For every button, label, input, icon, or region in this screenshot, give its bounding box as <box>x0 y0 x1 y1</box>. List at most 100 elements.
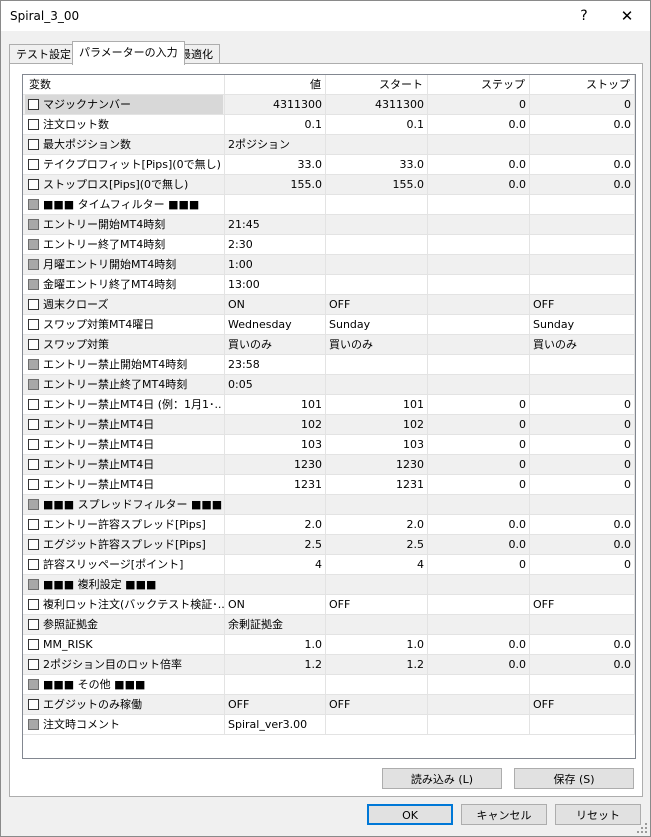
stop-cell[interactable]: 買いのみ <box>530 335 635 354</box>
stop-cell[interactable]: 0 <box>530 395 635 414</box>
ok-button[interactable]: OK <box>367 804 453 825</box>
table-row[interactable]: 月曜エントリ開始MT4時刻 1:00 <box>23 255 635 275</box>
step-cell[interactable]: 0 <box>428 475 530 494</box>
value-cell[interactable]: 13:00 <box>225 275 326 294</box>
start-cell[interactable] <box>326 135 428 154</box>
optimize-checkbox[interactable] <box>28 519 39 530</box>
start-cell[interactable]: 買いのみ <box>326 335 428 354</box>
optimize-checkbox[interactable] <box>28 179 39 190</box>
variable-cell[interactable]: エントリー禁止MT4日 <box>23 435 225 454</box>
column-header-step[interactable]: ステップ <box>428 75 530 94</box>
start-cell[interactable] <box>326 275 428 294</box>
stop-cell[interactable] <box>530 715 635 734</box>
variable-cell[interactable]: ■■■ タイムフィルター ■■■ <box>23 195 225 214</box>
step-cell[interactable] <box>428 355 530 374</box>
variable-cell[interactable]: MM_RISK <box>23 635 225 654</box>
optimize-checkbox[interactable] <box>28 499 39 510</box>
optimize-checkbox[interactable] <box>28 259 39 270</box>
table-row[interactable]: スワップ対策MT4曜日 Wednesday Sunday Sunday <box>23 315 635 335</box>
variable-cell[interactable]: 月曜エントリ開始MT4時刻 <box>23 255 225 274</box>
step-cell[interactable] <box>428 675 530 694</box>
value-cell[interactable]: 102 <box>225 415 326 434</box>
optimize-checkbox[interactable] <box>28 659 39 670</box>
step-cell[interactable] <box>428 295 530 314</box>
optimize-checkbox[interactable] <box>28 619 39 630</box>
value-cell[interactable]: ON <box>225 295 326 314</box>
stop-cell[interactable]: 0 <box>530 555 635 574</box>
value-cell[interactable]: 103 <box>225 435 326 454</box>
start-cell[interactable] <box>326 675 428 694</box>
value-cell[interactable]: 4 <box>225 555 326 574</box>
step-cell[interactable] <box>428 235 530 254</box>
stop-cell[interactable]: 0.0 <box>530 655 635 674</box>
table-row[interactable]: 許容スリッページ[ポイント] 4 4 0 0 <box>23 555 635 575</box>
start-cell[interactable]: 1.0 <box>326 635 428 654</box>
value-cell[interactable] <box>225 495 326 514</box>
value-cell[interactable]: 2ポジション <box>225 135 326 154</box>
start-cell[interactable] <box>326 355 428 374</box>
variable-cell[interactable]: テイクプロフィット[Pips](0で無し) <box>23 155 225 174</box>
variable-cell[interactable]: エントリー禁止MT4日 (例：1月1･.. <box>23 395 225 414</box>
optimize-checkbox[interactable] <box>28 379 39 390</box>
step-cell[interactable]: 0 <box>428 415 530 434</box>
start-cell[interactable]: 101 <box>326 395 428 414</box>
variable-cell[interactable]: エントリー禁止MT4日 <box>23 415 225 434</box>
variable-cell[interactable]: ストップロス[Pips](0で無し) <box>23 175 225 194</box>
step-cell[interactable] <box>428 715 530 734</box>
start-cell[interactable]: 4 <box>326 555 428 574</box>
table-row[interactable]: エントリー禁止MT4日 1230 1230 0 0 <box>23 455 635 475</box>
table-row[interactable]: エグジット許容スプレッド[Pips] 2.5 2.5 0.0 0.0 <box>23 535 635 555</box>
start-cell[interactable] <box>326 215 428 234</box>
step-cell[interactable]: 0 <box>428 395 530 414</box>
column-header-variable[interactable]: 変数 <box>23 75 225 94</box>
value-cell[interactable]: 2:30 <box>225 235 326 254</box>
variable-cell[interactable]: 2ポジション目のロット倍率 <box>23 655 225 674</box>
step-cell[interactable] <box>428 315 530 334</box>
reset-button[interactable]: リセット <box>555 804 641 825</box>
stop-cell[interactable]: 0.0 <box>530 115 635 134</box>
value-cell[interactable]: Spiral_ver3.00 <box>225 715 326 734</box>
step-cell[interactable]: 0 <box>428 555 530 574</box>
table-row[interactable]: ■■■ タイムフィルター ■■■ <box>23 195 635 215</box>
variable-cell[interactable]: エントリー禁止開始MT4時刻 <box>23 355 225 374</box>
close-button[interactable]: ✕ <box>610 4 644 28</box>
table-row[interactable]: 複利ロット注文(バックテスト検証･.. ON OFF OFF <box>23 595 635 615</box>
optimize-checkbox[interactable] <box>28 239 39 250</box>
value-cell[interactable]: 23:58 <box>225 355 326 374</box>
tab-test-settings[interactable]: テスト設定 <box>9 44 78 64</box>
step-cell[interactable] <box>428 195 530 214</box>
table-row[interactable]: ストップロス[Pips](0で無し) 155.0 155.0 0.0 0.0 <box>23 175 635 195</box>
step-cell[interactable] <box>428 255 530 274</box>
optimize-checkbox[interactable] <box>28 299 39 310</box>
optimize-checkbox[interactable] <box>28 579 39 590</box>
stop-cell[interactable] <box>530 615 635 634</box>
value-cell[interactable]: 1230 <box>225 455 326 474</box>
tab-input-parameters[interactable]: パラメーターの入力 <box>72 41 185 65</box>
variable-cell[interactable]: エグジット許容スプレッド[Pips] <box>23 535 225 554</box>
stop-cell[interactable] <box>530 575 635 594</box>
value-cell[interactable]: 余剰証拠金 <box>225 615 326 634</box>
variable-cell[interactable]: ■■■ 複利設定 ■■■ <box>23 575 225 594</box>
value-cell[interactable]: 155.0 <box>225 175 326 194</box>
optimize-checkbox[interactable] <box>28 279 39 290</box>
start-cell[interactable] <box>326 615 428 634</box>
column-header-stop[interactable]: ストップ <box>530 75 635 94</box>
stop-cell[interactable] <box>530 235 635 254</box>
optimize-checkbox[interactable] <box>28 399 39 410</box>
stop-cell[interactable]: 0.0 <box>530 175 635 194</box>
step-cell[interactable]: 0.0 <box>428 155 530 174</box>
table-row[interactable]: テイクプロフィット[Pips](0で無し) 33.0 33.0 0.0 0.0 <box>23 155 635 175</box>
value-cell[interactable]: 101 <box>225 395 326 414</box>
step-cell[interactable] <box>428 335 530 354</box>
start-cell[interactable]: OFF <box>326 295 428 314</box>
optimize-checkbox[interactable] <box>28 339 39 350</box>
optimize-checkbox[interactable] <box>28 319 39 330</box>
step-cell[interactable]: 0.0 <box>428 635 530 654</box>
start-cell[interactable]: OFF <box>326 695 428 714</box>
variable-cell[interactable]: 注文時コメント <box>23 715 225 734</box>
variable-cell[interactable]: エントリー禁止MT4日 <box>23 475 225 494</box>
value-cell[interactable]: OFF <box>225 695 326 714</box>
parameters-table[interactable]: 変数 値 スタート ステップ ストップ マジックナンバー 4311300 43113… <box>22 74 636 759</box>
step-cell[interactable] <box>428 575 530 594</box>
start-cell[interactable]: 2.5 <box>326 535 428 554</box>
